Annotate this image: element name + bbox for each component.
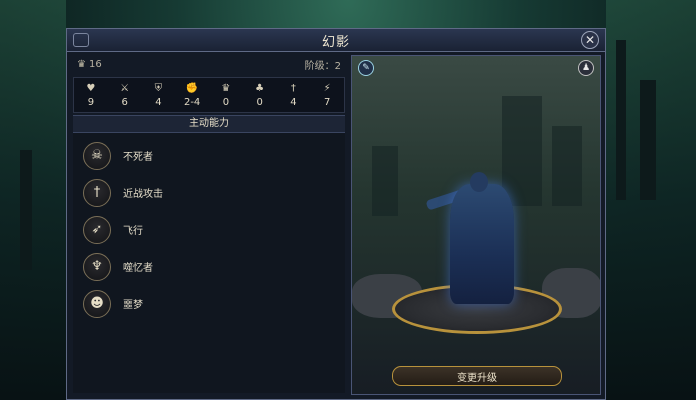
background-castle [372,146,398,216]
background-castle [502,96,542,206]
stat-luck: ♣ 0 [246,83,274,108]
tier-label: 阶级：2 [304,60,341,72]
unit-model [450,184,514,304]
portrait-icon[interactable]: ♟ [578,60,594,76]
window-title: 幻影 [321,34,350,50]
unit-info-window: 幻影 ✕ ♛ 16 阶级：2 ♥ 9 ⚔ 6 ⛨ 4 ✊ 2-4 ♛ 0 ♣ 0 † 4 ⚡ 7 … [66,28,606,400]
ability-label: 近战攻击 [123,189,163,200]
close-icon: ✕ [584,33,596,47]
abilities-list: ☠ 不死者 † 近战攻击 ➶ 飞行 ♆ 噬忆者 ☻ 噩梦 [73,133,345,393]
background-castle [552,126,582,206]
skull-icon: ☠ [83,141,111,170]
clover-icon: ♣ [255,82,265,94]
gear-icon[interactable]: ✎ [358,60,374,76]
background-left [0,0,66,400]
ability-label: 不死者 [123,152,153,163]
ability-item[interactable]: ☻ 噩梦 [73,285,345,322]
ability-item[interactable]: ♆ 噬忆者 [73,248,345,285]
title-bar: 幻影 ✕ [67,29,605,52]
stat-defense: ⛨ 4 [144,83,172,108]
mask-icon: ☻ [83,289,111,318]
crown-icon: ♛ [77,58,86,70]
unit-count-value: 16 [88,58,102,70]
stat-damage: ✊ 2-4 [178,83,206,108]
unit-preview-pane: ✎ ♟ 变更升级 [351,55,601,395]
close-button[interactable]: ✕ [581,31,599,49]
wing-icon: ➶ [83,215,111,244]
stat-value: 9 [87,96,95,108]
stat-value: 0 [256,96,263,108]
stat-value: 7 [323,96,331,108]
stat-speed: ⚡ 7 [313,83,341,108]
stat-value: 4 [290,96,297,108]
corner-ornament [73,33,89,47]
shield-icon: ⛨ [154,82,163,94]
abilities-header: 主动能力 [73,115,345,133]
unit-details-pane: ♛ 16 阶级：2 ♥ 9 ⚔ 6 ⛨ 4 ✊ 2-4 ♛ 0 ♣ 0 † 4 ⚡ 7 主动能力 … [73,55,345,395]
swords-icon: ⚔ [120,82,130,94]
stat-value: 6 [121,96,128,108]
ability-item[interactable]: ➶ 飞行 [73,211,345,248]
unit-header-row: ♛ 16 阶级：2 [73,55,345,73]
background-spire [616,40,626,200]
stats-bar: ♥ 9 ⚔ 6 ⛨ 4 ✊ 2-4 ♛ 0 ♣ 0 † 4 ⚡ 7 [73,77,345,113]
ability-item[interactable]: † 近战攻击 [73,174,345,211]
background-spire [20,150,32,270]
stat-morale: ♛ 0 [212,83,240,108]
crown-icon: ♛ [221,82,231,94]
hooded-skull-icon: ♆ [83,252,111,281]
upgrade-button[interactable]: 变更升级 [392,366,562,386]
stat-value: 2-4 [183,96,201,108]
ability-label: 飞行 [123,226,143,237]
stat-attack: ⚔ 6 [111,83,139,108]
sword-icon: † [290,82,296,94]
fist-icon: ✊ [185,82,199,94]
stat-value: 4 [155,96,162,108]
stat-initiative: † 4 [279,83,307,108]
heart-icon: ♥ [86,82,96,94]
sword-icon: † [83,178,111,207]
ability-label: 噬忆者 [123,263,153,274]
ability-label: 噩梦 [123,300,143,311]
boot-icon: ⚡ [323,82,331,94]
stat-hp: ♥ 9 [77,83,105,108]
unit-count: ♛ 16 [77,59,102,70]
unit-model-head [470,172,488,192]
ability-item[interactable]: ☠ 不死者 [73,137,345,174]
stat-value: 0 [222,96,230,108]
background-spire [640,80,656,200]
